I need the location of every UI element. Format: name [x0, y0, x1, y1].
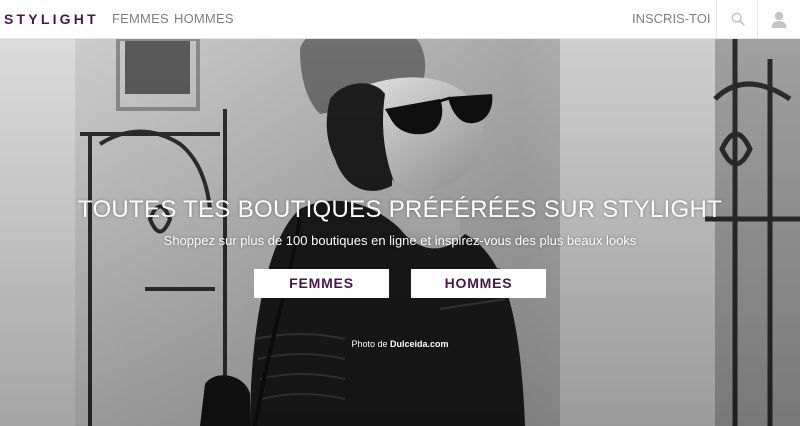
- photo-credit: Photo de Dulceida.com: [0, 338, 800, 350]
- search-button[interactable]: [716, 0, 758, 38]
- nav-hommes-link[interactable]: HOMMES: [174, 11, 234, 27]
- hero-banner: TOUTES TES BOUTIQUES PRÉFÉRÉES SUR STYLI…: [0, 39, 800, 426]
- photo-credit-prefix: Photo de: [351, 339, 390, 349]
- user-icon: [771, 11, 786, 28]
- cta-femmes-button[interactable]: FEMMES: [254, 269, 389, 298]
- photo-credit-source[interactable]: Dulceida.com: [390, 339, 449, 349]
- nav-femmes-link[interactable]: FEMMES: [112, 11, 169, 27]
- hero-headline: TOUTES TES BOUTIQUES PRÉFÉRÉES SUR STYLI…: [77, 196, 723, 223]
- top-navigation-bar: STYLIGHT FEMMES HOMMES INSCRIS-TOI: [0, 0, 800, 39]
- stylight-logo[interactable]: STYLIGHT: [4, 11, 99, 27]
- signup-link[interactable]: INSCRIS-TOI: [632, 11, 711, 27]
- hero-subheadline: Shoppez sur plus de 100 boutiques en lig…: [163, 233, 637, 248]
- account-button[interactable]: [757, 0, 799, 38]
- cta-hommes-button[interactable]: HOMMES: [411, 269, 546, 298]
- search-icon: [730, 12, 745, 26]
